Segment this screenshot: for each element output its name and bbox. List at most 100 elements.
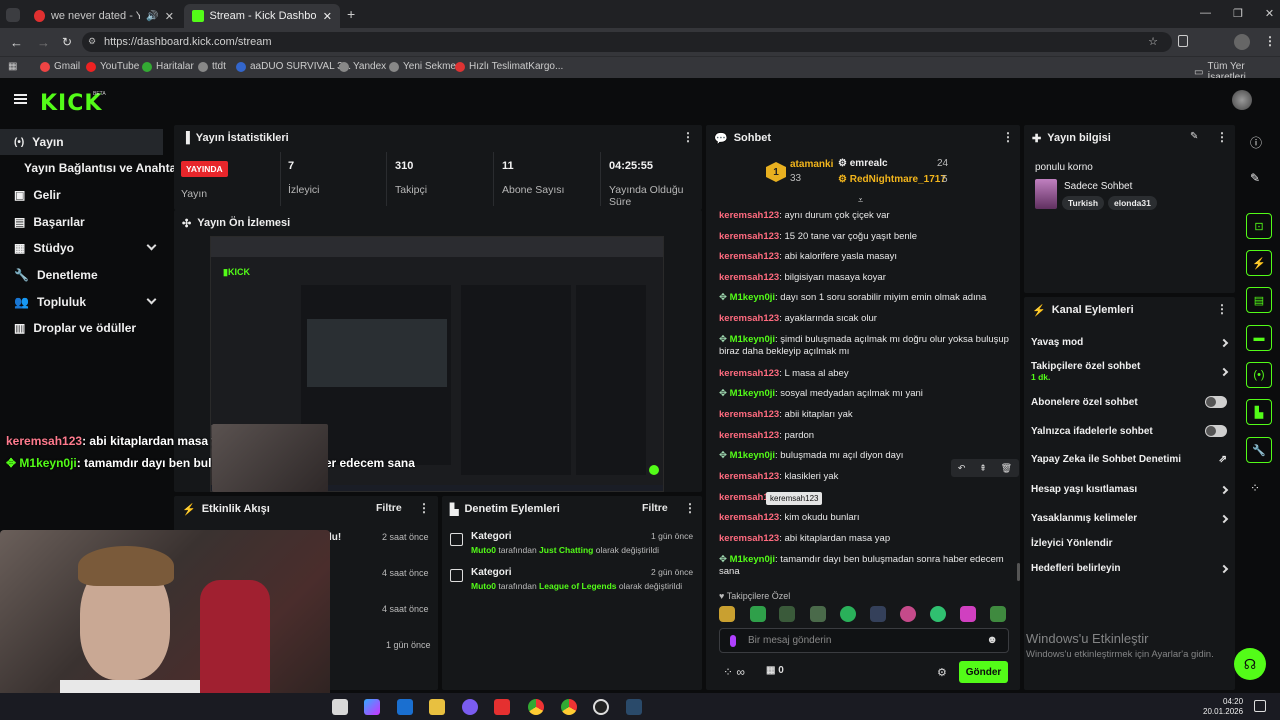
sidebar-item-droplar[interactable]: ▥ Droplar ve ödüller [0,315,170,341]
activity-filter-button[interactable]: Filtre [376,502,402,514]
sidebar-item-studyo[interactable]: ▦ Stüdyo [0,235,170,261]
extensions-icon[interactable] [1178,35,1188,47]
chat-username[interactable]: keremsah123 [719,409,779,420]
tab-search-icon[interactable] [6,8,20,22]
chat-username[interactable]: M1keyn0ji [730,334,775,345]
taskbar-obs-icon[interactable] [593,699,609,715]
bookmark-item[interactable]: YouTube [86,61,139,72]
activity-menu-icon[interactable]: ⋮ [418,501,430,515]
rail-preview-button[interactable]: ⊡ [1246,213,1272,239]
bookmark-item[interactable]: Yeni Sekme [389,61,456,72]
rail-moderation-button[interactable]: ▙ [1246,399,1272,425]
emote-icon[interactable] [810,606,826,622]
stats-menu-icon[interactable]: ⋮ [682,130,694,144]
taskbar-chrome-active-icon[interactable] [561,699,577,715]
chat-message[interactable]: keremsah123: 15 20 tane var çoğu yaşıt b… [719,231,1009,243]
tag-chip[interactable]: elonda31 [1108,196,1157,210]
chat-username[interactable]: M1keyn0ji [730,450,775,461]
bookmark-item[interactable]: Hızlı TeslimatKargo... [455,61,563,72]
close-window-icon[interactable]: ✕ [1265,7,1274,20]
audio-icon[interactable]: 🔊 [146,11,158,22]
chat-message[interactable]: keremsah123: kim okudu bunları [719,512,1009,524]
bookmark-item[interactable]: Gmail [40,61,80,72]
emote-icon[interactable] [870,606,886,622]
bookmark-item[interactable]: aaDUO SURVIVAL 3... [236,61,351,72]
minimize-icon[interactable]: — [1200,7,1211,20]
rail-lightning-button[interactable]: ⚡ [1246,250,1272,276]
chat-username[interactable]: keremsah123 [719,368,779,379]
sidebar-item-basarilar[interactable]: ▤ Başarılar [0,209,170,235]
channel-action-account-age[interactable]: Hesap yaşı kısıtlaması [1031,484,1229,495]
rail-broadcast-button[interactable]: (•) [1246,362,1272,388]
channel-action-ai-moderation[interactable]: Yapay Zeka ile Sohbet Denetimi ⇗ [1031,454,1227,465]
emote-icon[interactable] [779,606,795,622]
chat-message[interactable]: keremsah123: pardon [719,430,1009,442]
back-icon[interactable]: ← [10,35,23,50]
channel-action-slow-mode[interactable]: Yavaş mod [1031,337,1229,348]
chat-message[interactable]: keremsah123: aynı durum çok çiçek var [719,210,1009,222]
chat-scrollbar[interactable] [1017,563,1020,581]
taskbar-discord-icon[interactable] [462,699,478,715]
profile-avatar[interactable] [1234,34,1250,50]
channel-actions-menu-icon[interactable]: ⋮ [1216,302,1228,316]
reload-icon[interactable]: ↻ [62,35,72,49]
chat-input[interactable]: Bir mesaj gönderin ☻ [719,628,1009,653]
pin-icon[interactable]: ⇞ [979,463,987,474]
gifter-name[interactable]: ⚙ RedNightmare_1717 [838,174,946,185]
expand-leaderboard-icon[interactable]: ⩡ [858,195,863,206]
taskbar-explorer-icon[interactable] [429,699,445,715]
chat-message[interactable]: keremsah123: abi kalorifere yasla masayı [719,251,1009,263]
rail-wrench-button[interactable]: 🔧 [1246,437,1272,463]
channel-action-emote-only[interactable]: Yalnızca ifadelerle sohbet [1031,425,1227,437]
bookmark-star-icon[interactable]: ☆ [1148,35,1158,48]
maximize-icon[interactable]: ❐ [1233,7,1243,20]
chat-username[interactable]: keremsah123 [719,512,779,523]
taskbar-app-icon[interactable] [494,699,510,715]
notification-icon[interactable] [1254,700,1266,712]
gifter-name[interactable]: ⚙ emrealc [838,158,888,169]
chat-username[interactable]: keremsah123 [719,272,779,283]
chat-username[interactable]: keremsah123 [719,533,779,544]
chat-message[interactable]: ✥ M1keyn0ji: tamamdır dayı ben buluşmada… [719,554,1009,578]
window-controls[interactable]: — ❐ ✕ [1200,7,1274,20]
emote-icon[interactable] [719,606,735,622]
taskbar-outlook-icon[interactable] [397,699,413,715]
rail-chat-button[interactable]: ▬ [1246,325,1272,351]
chat-message[interactable]: ✥ M1keyn0ji: şimdi buluşmada açılmak mı … [719,334,1009,358]
chat-username[interactable]: keremsah123 [719,471,779,482]
send-button[interactable]: Gönder [959,661,1008,683]
close-tab-icon[interactable]: ✕ [323,10,332,23]
close-tab-icon[interactable]: ✕ [165,10,174,23]
taskbar-steam-icon[interactable] [626,699,642,715]
tab-kick-dashboard[interactable]: Stream - Kick Dashboard ✕ [184,4,340,28]
bookmark-item[interactable]: ttdt [198,61,226,72]
reply-icon[interactable]: ↶ [958,463,966,474]
support-chat-button[interactable]: ☊ [1234,648,1266,680]
sidebar-item-topluluk[interactable]: 👥 Topluluk [0,289,170,315]
chat-menu-icon[interactable]: ⋮ [1002,130,1014,144]
chat-settings-icon[interactable]: ⚙ [937,666,947,679]
edit-icon[interactable]: ✎ [1190,131,1198,142]
emote-icon[interactable] [750,606,766,622]
stream-info-menu-icon[interactable]: ⋮ [1216,130,1228,144]
taskbar-copilot-icon[interactable] [364,699,380,715]
chat-message[interactable]: keremsah123: ayaklarında sıcak olur [719,313,1009,325]
hamburger-menu-icon[interactable] [14,94,27,104]
taskbar-chrome-icon[interactable] [528,699,544,715]
chat-message[interactable]: keremsah123: yak [719,492,1009,504]
chat-username[interactable]: keremsah123 [719,231,779,242]
chat-username[interactable]: M1keyn0ji [730,292,775,303]
chat-username[interactable]: keremsah123 [719,313,779,324]
emote-icon[interactable] [900,606,916,622]
emote-icon[interactable] [840,606,856,622]
info-circle-icon[interactable]: ⓘ [1250,134,1262,151]
channel-action-goals[interactable]: Hedefleri belirleyin [1031,563,1229,574]
rail-points-icon[interactable]: ⁘ [1250,481,1260,495]
moderation-menu-icon[interactable]: ⋮ [684,501,696,515]
stream-category[interactable]: Sadece Sohbet [1064,181,1132,192]
delete-icon[interactable]: 🗑 [1001,463,1012,474]
channel-action-followers-only[interactable]: Takipçilere özel sohbet 1 dk. [1031,361,1229,383]
taskbar-clock[interactable]: 04:20 20.01.2026 [1203,697,1243,717]
channel-action-raid[interactable]: İzleyici Yönlendir [1031,538,1227,549]
chat-message[interactable]: ✥ M1keyn0ji: dayı son 1 soru sorabilir m… [719,292,1009,304]
